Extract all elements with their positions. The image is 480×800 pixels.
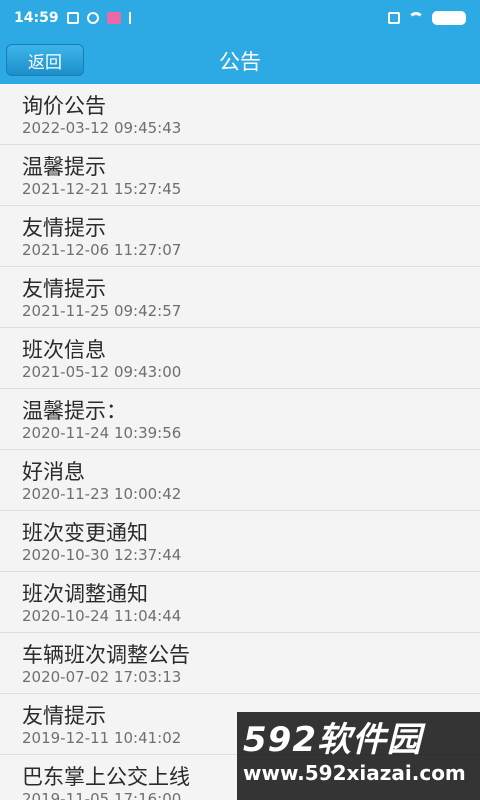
list-item[interactable]: 班次信息 2021-05-12 09:43:00 <box>0 328 480 389</box>
notice-time: 2020-10-24 11:04:44 <box>22 607 182 625</box>
notice-title: 班次调整通知 <box>22 582 148 606</box>
status-right <box>388 11 466 25</box>
watermark-logo: 592软件园 <box>243 720 422 760</box>
notice-time: 2020-11-23 10:00:42 <box>22 485 182 503</box>
notice-title: 温馨提示 <box>22 155 106 179</box>
notice-time: 2021-12-06 11:27:07 <box>22 241 182 259</box>
message-icon <box>66 12 79 24</box>
page-title: 公告 <box>219 50 261 74</box>
nav-bar: 返回 公告 <box>0 36 480 84</box>
notice-title: 询价公告 <box>22 94 106 118</box>
wifi-icon <box>408 12 424 24</box>
pink-app-icon <box>106 12 121 24</box>
list-item[interactable]: 班次调整通知 2020-10-24 11:04:44 <box>0 572 480 633</box>
list-item[interactable]: 班次变更通知 2020-10-30 12:37:44 <box>0 511 480 572</box>
list-item[interactable]: 车辆班次调整公告 2020-07-02 17:03:13 <box>0 633 480 694</box>
notice-title: 友情提示 <box>22 277 106 301</box>
notice-title: 班次信息 <box>22 338 106 362</box>
status-bar: 14:59 <box>0 0 480 36</box>
notice-time: 2021-11-25 09:42:57 <box>22 302 182 320</box>
notice-title: 好消息 <box>22 460 85 484</box>
notice-title: 班次变更通知 <box>22 521 148 545</box>
watermark-url: www.592xiazai.com <box>243 761 466 785</box>
notice-time: 2020-10-30 12:37:44 <box>22 546 182 564</box>
notice-time: 2020-11-24 10:39:56 <box>22 424 182 442</box>
list-item[interactable]: 温馨提示 2021-12-21 15:27:45 <box>0 145 480 206</box>
list-item[interactable]: 询价公告 2022-03-12 09:45:43 <box>0 84 480 145</box>
watermark: 592软件园 www.592xiazai.com <box>237 712 480 800</box>
notice-time: 2021-12-21 15:27:45 <box>22 180 182 198</box>
sim-icon <box>388 12 400 24</box>
notice-title: 温馨提示： <box>22 399 127 423</box>
notice-time: 2022-03-12 09:45:43 <box>22 119 182 137</box>
status-time: 14:59 <box>14 10 59 26</box>
notice-title: 车辆班次调整公告 <box>22 643 190 667</box>
status-left: 14:59 <box>14 10 137 26</box>
list-item[interactable]: 好消息 2020-11-23 10:00:42 <box>0 450 480 511</box>
list-item[interactable]: 友情提示 2021-11-25 09:42:57 <box>0 267 480 328</box>
notice-title: 友情提示 <box>22 216 106 240</box>
notice-time: 2021-05-12 09:43:00 <box>22 363 182 381</box>
sync-icon <box>86 12 99 24</box>
usb-icon <box>128 12 137 24</box>
notice-time: 2020-07-02 17:03:13 <box>22 668 182 686</box>
battery-icon <box>432 11 466 25</box>
list-item[interactable]: 温馨提示： 2020-11-24 10:39:56 <box>0 389 480 450</box>
notice-list[interactable]: 询价公告 2022-03-12 09:45:43 温馨提示 2021-12-21… <box>0 84 480 800</box>
list-item[interactable]: 友情提示 2021-12-06 11:27:07 <box>0 206 480 267</box>
